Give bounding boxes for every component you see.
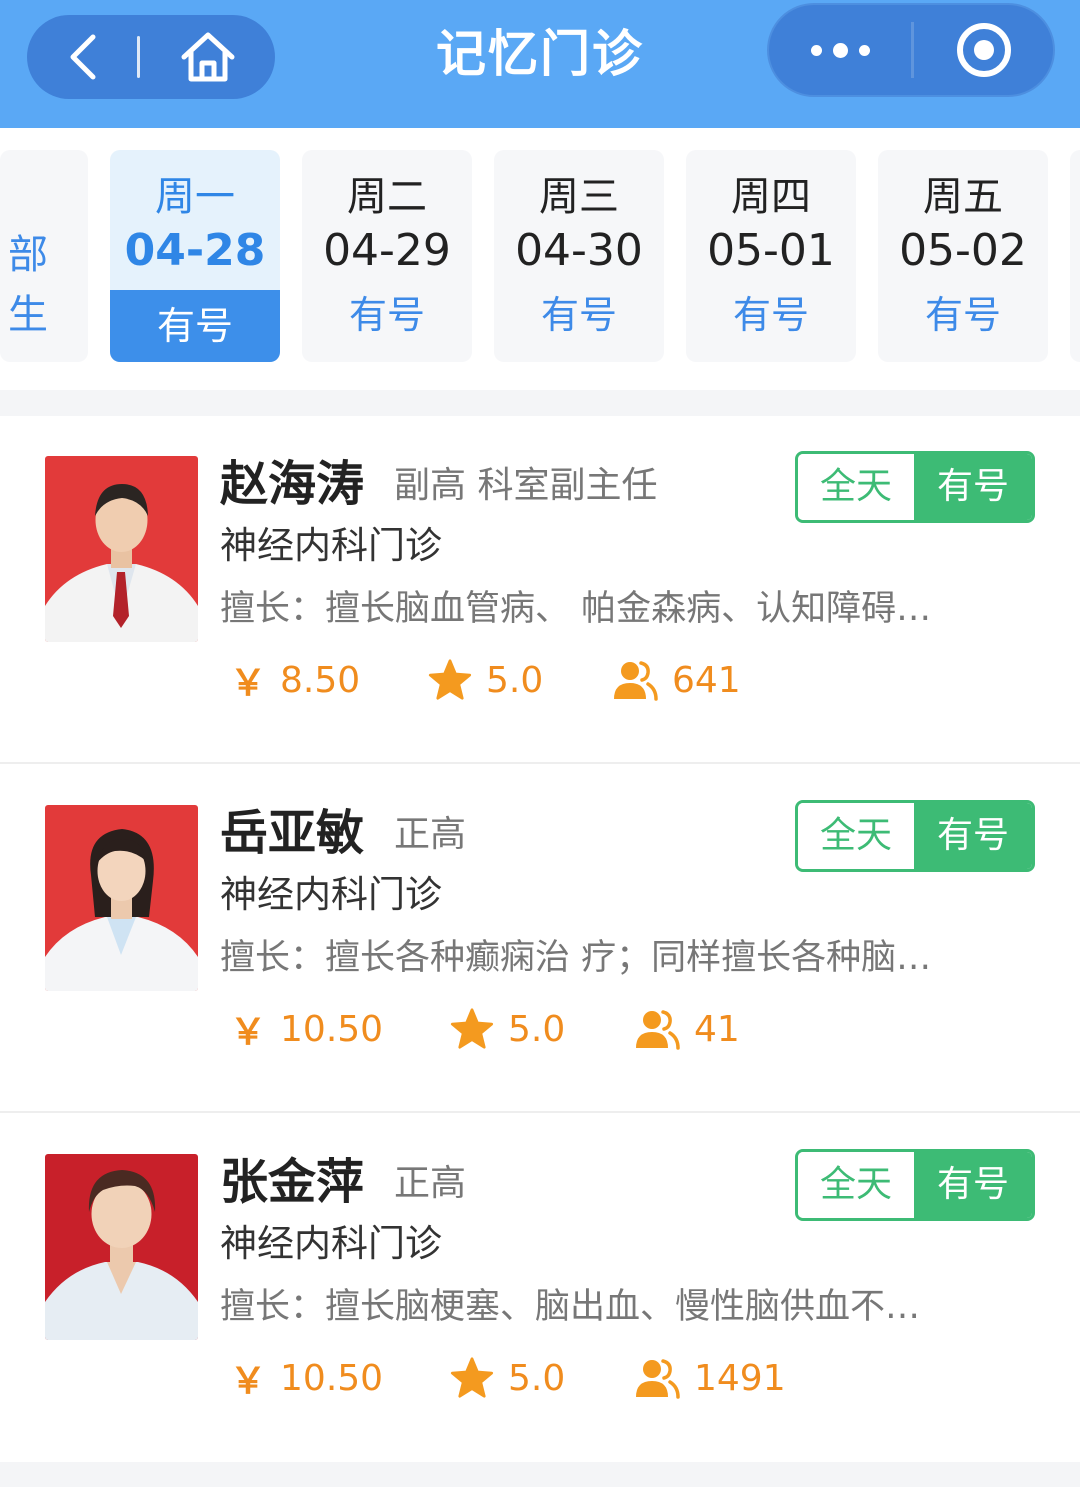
weekday-label: 周三	[539, 174, 619, 220]
date-card-wed[interactable]: 周三 04-30 有号	[494, 150, 664, 362]
currency-icon: ￥	[230, 1012, 267, 1053]
currency-icon: ￥	[230, 663, 267, 704]
star-icon	[428, 659, 472, 701]
date-card-mon[interactable]: 周一 04-28 有号	[110, 150, 280, 362]
date-label: 04-28	[124, 225, 266, 276]
date-label: 04-29	[323, 225, 451, 276]
section-divider	[0, 390, 1080, 416]
doctor-specialty: 擅长：擅长脑梗塞、脑出血、慢性脑供血不…	[220, 1287, 921, 1327]
home-icon	[181, 32, 234, 82]
availability-label: 有号	[110, 290, 280, 362]
doctor-department: 神经内科门诊	[220, 524, 442, 567]
rating-stat: 5.0	[450, 1352, 565, 1404]
home-button[interactable]	[140, 15, 275, 99]
availability-badge[interactable]: 全天 有号	[795, 451, 1035, 523]
doctor-card[interactable]: 岳亚敏 正高 全天 有号 神经内科门诊 擅长：擅长各种癫痫治 疗；同样擅长各种脑…	[0, 765, 1080, 1113]
badge-period: 全天	[798, 454, 914, 520]
doctor-name: 岳亚敏	[220, 805, 365, 861]
users-icon	[634, 1357, 680, 1399]
availability-badge[interactable]: 全天 有号	[795, 800, 1035, 872]
badge-status: 有号	[914, 1152, 1032, 1218]
date-card-thu[interactable]: 周四 05-01 有号	[686, 150, 856, 362]
users-icon	[634, 1008, 680, 1050]
users-icon	[612, 659, 658, 701]
doctor-specialty: 擅长：擅长各种癫痫治 疗；同样擅长各种脑…	[220, 938, 932, 978]
price-stat: ￥ 8.50	[230, 654, 360, 706]
back-arrow-icon	[70, 34, 96, 80]
consult-count-value: 641	[672, 659, 741, 701]
doctor-department: 神经内科门诊	[220, 873, 442, 916]
price-value: 8.50	[280, 659, 361, 701]
doctor-card[interactable]: 张金萍 正高 全天 有号 神经内科门诊 擅长：擅长脑梗塞、脑出血、慢性脑供血不……	[0, 1114, 1080, 1462]
back-button[interactable]	[27, 15, 137, 99]
availability-label: 有号	[540, 293, 617, 337]
doctor-name: 赵海涛	[220, 456, 365, 512]
close-target-icon	[956, 23, 1011, 77]
consult-count-stat: 1491	[634, 1352, 786, 1404]
doctor-photo	[45, 1154, 198, 1340]
doctor-photo	[45, 456, 198, 642]
consult-count-value: 1491	[694, 1357, 786, 1399]
menu-capsule	[767, 3, 1055, 97]
badge-period: 全天	[798, 803, 914, 869]
weekday-label: 周一	[155, 174, 235, 220]
date-label: 04-30	[515, 225, 643, 276]
price-value: 10.50	[280, 1357, 384, 1399]
doctor-department: 神经内科门诊	[220, 1222, 442, 1265]
bottom-divider	[0, 1462, 1080, 1487]
consult-count-stat: 41	[634, 1003, 740, 1055]
availability-badge[interactable]: 全天 有号	[795, 1149, 1035, 1221]
rating-value: 5.0	[508, 1008, 566, 1050]
badge-period: 全天	[798, 1152, 914, 1218]
availability-label: 有号	[732, 293, 809, 337]
price-value: 10.50	[280, 1008, 384, 1050]
more-dots-icon	[810, 42, 870, 58]
doctor-photo	[45, 805, 198, 991]
price-stat: ￥ 10.50	[230, 1352, 383, 1404]
star-icon	[450, 1357, 494, 1399]
close-button[interactable]	[914, 5, 1053, 95]
date-label: 05-01	[707, 225, 835, 276]
rating-value: 5.0	[486, 659, 544, 701]
nav-capsule	[27, 15, 275, 99]
doctor-name: 张金萍	[220, 1154, 365, 1210]
weekday-label: 周二	[347, 174, 427, 220]
rating-stat: 5.0	[428, 654, 543, 706]
consult-count-value: 41	[694, 1008, 740, 1050]
doctor-specialty: 擅长：擅长脑血管病、 帕金森病、认知障碍…	[220, 589, 932, 629]
star-icon	[450, 1008, 494, 1050]
availability-label: 有号	[348, 293, 425, 337]
price-stat: ￥ 10.50	[230, 1003, 383, 1055]
doctor-title: 正高	[394, 814, 467, 855]
date-label: 05-02	[899, 225, 1027, 276]
date-card-tue[interactable]: 周二 04-29 有号	[302, 150, 472, 362]
page-title: 记忆门诊	[436, 25, 644, 83]
date-card-partial[interactable]: 部 生	[0, 150, 88, 362]
doctor-title: 正高	[394, 1163, 467, 1204]
partial-label-1: 部	[8, 232, 48, 278]
badge-status: 有号	[914, 803, 1032, 869]
availability-label: 有号	[924, 293, 1001, 337]
weekday-label: 周五	[923, 174, 1003, 220]
consult-count-stat: 641	[612, 654, 741, 706]
date-selector: 部 生 周一 04-28 有号 周二 04-29 有号 周三 04-30 有号 …	[0, 128, 1080, 390]
partial-label-2: 生	[8, 292, 48, 338]
weekday-label: 周四	[731, 174, 811, 220]
top-nav-bar: 记忆门诊	[0, 0, 1080, 128]
doctor-title: 副高 科室副主任	[394, 465, 658, 506]
date-card-partial-right[interactable]	[1070, 150, 1080, 362]
more-button[interactable]	[769, 5, 911, 95]
badge-status: 有号	[914, 454, 1032, 520]
rating-stat: 5.0	[450, 1003, 565, 1055]
rating-value: 5.0	[508, 1357, 566, 1399]
currency-icon: ￥	[230, 1361, 267, 1402]
date-card-fri[interactable]: 周五 05-02 有号	[878, 150, 1048, 362]
doctor-card[interactable]: 赵海涛 副高 科室副主任 全天 有号 神经内科门诊 擅长：擅长脑血管病、 帕金森…	[0, 416, 1080, 764]
